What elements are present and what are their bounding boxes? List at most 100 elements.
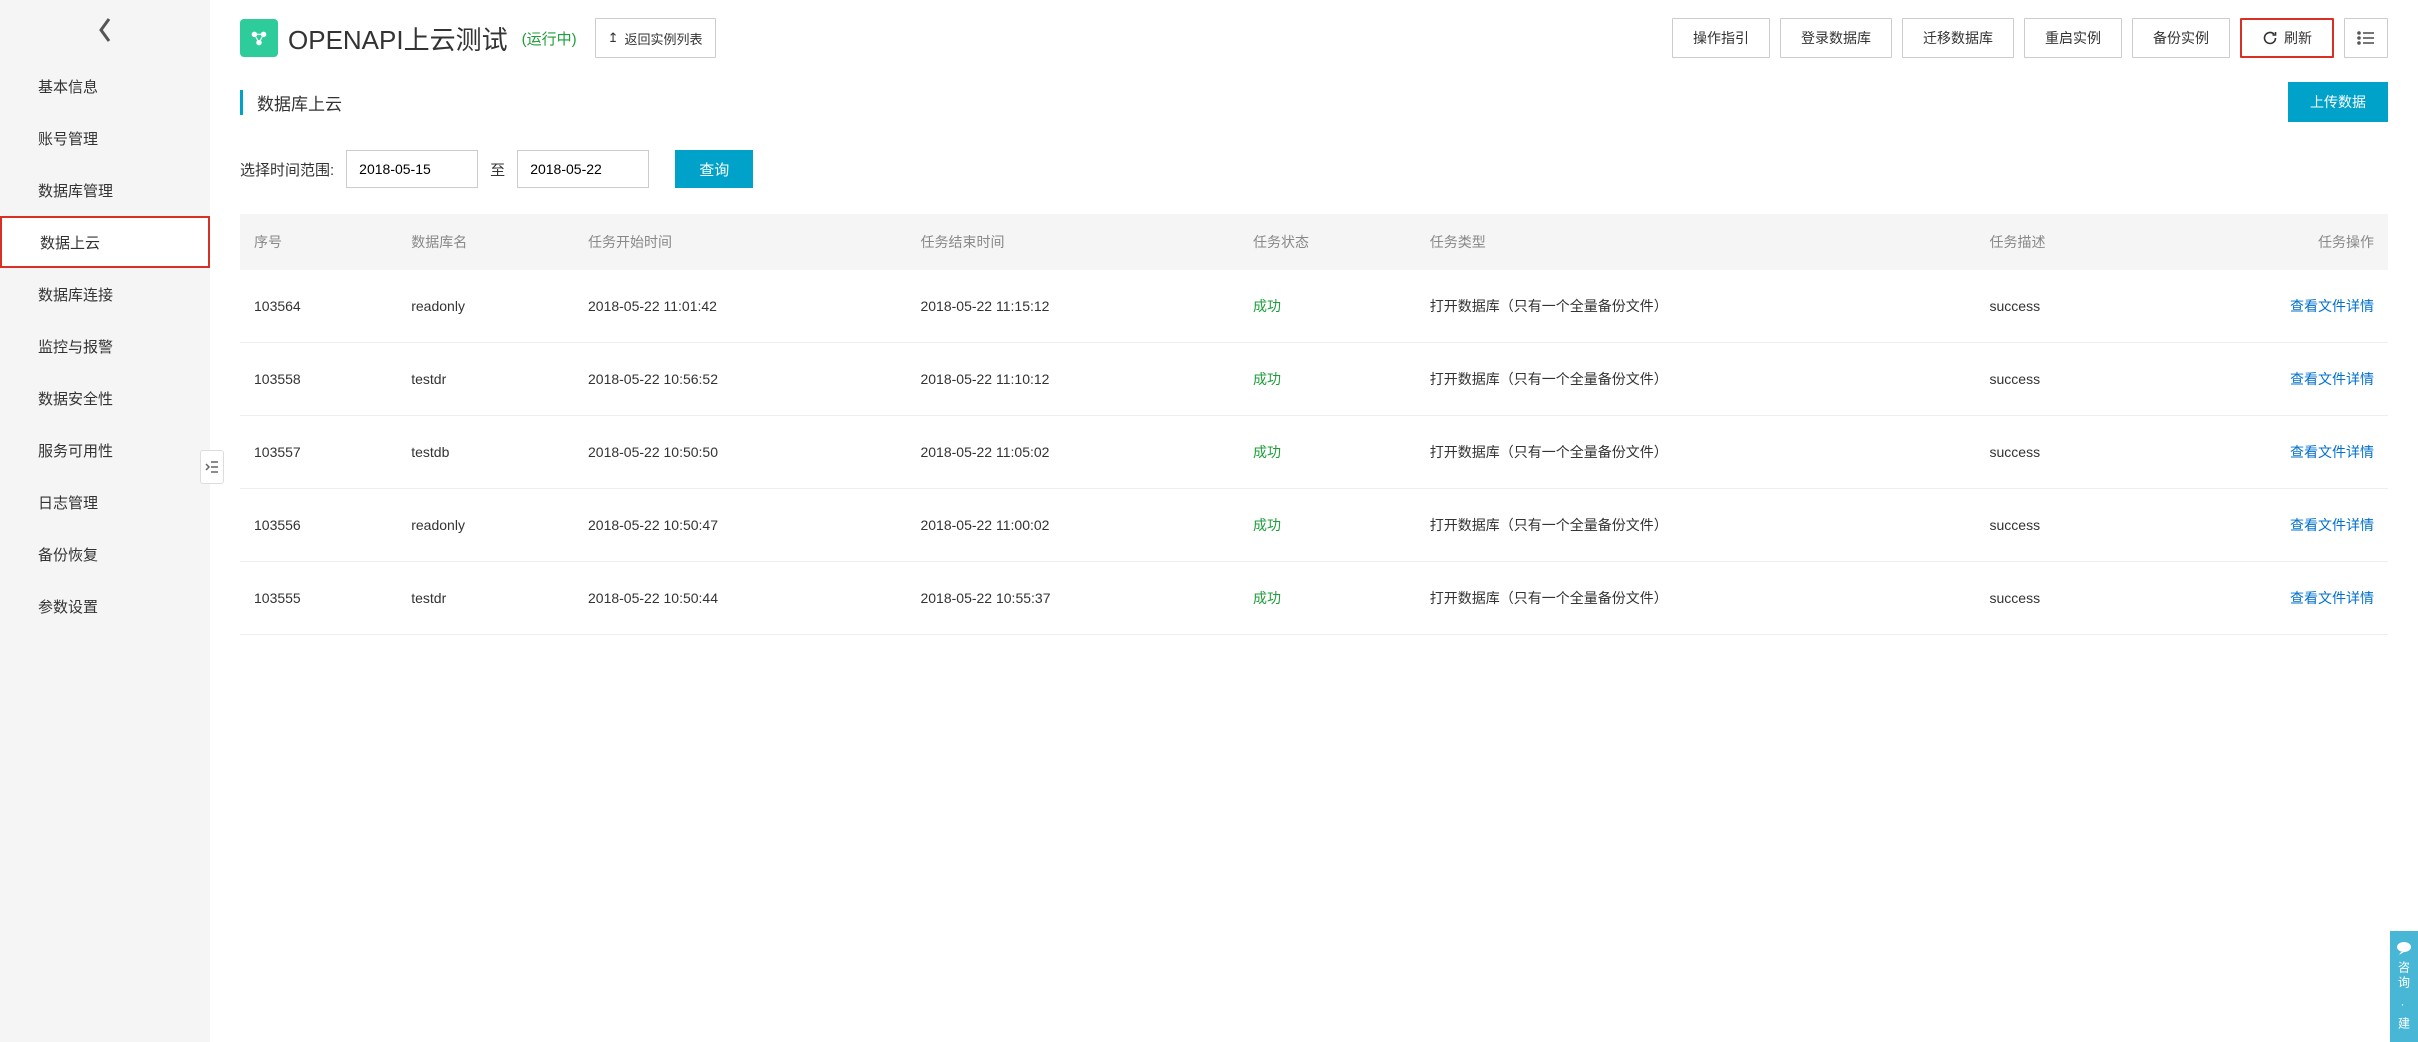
table-cell-actions: 查看文件详情 xyxy=(2152,343,2388,416)
sidebar-item[interactable]: 服务可用性 xyxy=(0,424,210,476)
table-cell: 2018-05-22 10:56:52 xyxy=(574,343,906,416)
table-cell: testdr xyxy=(397,562,574,635)
table-cell: 2018-05-22 11:10:12 xyxy=(906,343,1238,416)
column-header: 数据库名 xyxy=(397,214,574,270)
table-cell: success xyxy=(1976,270,2153,343)
page-header: OPENAPI上云测试 (运行中) ↥ 返回实例列表 操作指引 登录数据库 迁移… xyxy=(240,18,2388,58)
view-file-details-link[interactable]: 查看文件详情 xyxy=(2290,517,2374,533)
guide-button[interactable]: 操作指引 xyxy=(1672,18,1770,58)
sidebar-item[interactable]: 日志管理 xyxy=(0,476,210,528)
table-cell: 成功 xyxy=(1239,489,1416,562)
table-cell: 103557 xyxy=(240,416,397,489)
sidebar-item[interactable]: 数据上云 xyxy=(0,216,210,268)
arrow-up-left-icon: ↥ xyxy=(608,30,619,46)
table-cell: 2018-05-22 10:50:47 xyxy=(574,489,906,562)
table-cell: 2018-05-22 11:00:02 xyxy=(906,489,1238,562)
column-header: 任务结束时间 xyxy=(906,214,1238,270)
sidebar-collapse-toggle[interactable] xyxy=(200,450,224,484)
refresh-button[interactable]: 刷新 xyxy=(2240,18,2334,58)
sidebar-item[interactable]: 监控与报警 xyxy=(0,320,210,372)
table-cell-actions: 查看文件详情 xyxy=(2152,489,2388,562)
back-to-list-button[interactable]: ↥ 返回实例列表 xyxy=(595,18,716,58)
backup-button[interactable]: 备份实例 xyxy=(2132,18,2230,58)
filter-bar: 选择时间范围: 至 查询 xyxy=(240,150,2388,188)
refresh-icon xyxy=(2262,30,2278,46)
table-cell: 打开数据库（只有一个全量备份文件） xyxy=(1416,562,1976,635)
table-cell-actions: 查看文件详情 xyxy=(2152,416,2388,489)
table-cell: success xyxy=(1976,343,2153,416)
column-header: 任务描述 xyxy=(1976,214,2153,270)
collapse-icon xyxy=(205,461,219,473)
table-row: 103556readonly2018-05-22 10:50:472018-05… xyxy=(240,489,2388,562)
sidebar: 基本信息账号管理数据库管理数据上云数据库连接监控与报警数据安全性服务可用性日志管… xyxy=(0,0,210,1042)
date-range-label: 选择时间范围: xyxy=(240,159,334,180)
column-header: 任务类型 xyxy=(1416,214,1976,270)
cloud-db-icon xyxy=(248,27,270,49)
migrate-db-button[interactable]: 迁移数据库 xyxy=(1902,18,2014,58)
column-header: 任务状态 xyxy=(1239,214,1416,270)
table-row: 103558testdr2018-05-22 10:56:522018-05-2… xyxy=(240,343,2388,416)
table-cell: success xyxy=(1976,489,2153,562)
column-header: 任务操作 xyxy=(2152,214,2388,270)
table-cell: testdb xyxy=(397,416,574,489)
chevron-left-icon xyxy=(97,17,113,43)
login-db-button[interactable]: 登录数据库 xyxy=(1780,18,1892,58)
sidebar-item[interactable]: 基本信息 xyxy=(0,60,210,112)
table-cell: 2018-05-22 10:50:50 xyxy=(574,416,906,489)
table-cell: 2018-05-22 10:55:37 xyxy=(906,562,1238,635)
table-cell: 成功 xyxy=(1239,416,1416,489)
table-cell: 打开数据库（只有一个全量备份文件） xyxy=(1416,270,1976,343)
main-content: OPENAPI上云测试 (运行中) ↥ 返回实例列表 操作指引 登录数据库 迁移… xyxy=(210,0,2418,1042)
chat-icon xyxy=(2396,941,2412,955)
sidebar-item[interactable]: 参数设置 xyxy=(0,580,210,632)
view-file-details-link[interactable]: 查看文件详情 xyxy=(2290,298,2374,314)
page-title: OPENAPI上云测试 xyxy=(288,20,508,57)
table-cell: 打开数据库（只有一个全量备份文件） xyxy=(1416,416,1976,489)
table-row: 103557testdb2018-05-22 10:50:502018-05-2… xyxy=(240,416,2388,489)
table-cell: 2018-05-22 10:50:44 xyxy=(574,562,906,635)
table-cell: 2018-05-22 11:01:42 xyxy=(574,270,906,343)
table-cell: readonly xyxy=(397,270,574,343)
sidebar-item[interactable]: 数据安全性 xyxy=(0,372,210,424)
upload-data-button[interactable]: 上传数据 xyxy=(2288,82,2388,122)
table-cell: success xyxy=(1976,562,2153,635)
task-table: 序号数据库名任务开始时间任务结束时间任务状态任务类型任务描述任务操作 10356… xyxy=(240,214,2388,635)
table-cell: 103564 xyxy=(240,270,397,343)
consult-tab[interactable]: 咨询 · 建 xyxy=(2390,931,2418,1042)
table-cell: 成功 xyxy=(1239,343,1416,416)
view-file-details-link[interactable]: 查看文件详情 xyxy=(2290,444,2374,460)
sidebar-item[interactable]: 数据库连接 xyxy=(0,268,210,320)
table-cell: 103556 xyxy=(240,489,397,562)
view-file-details-link[interactable]: 查看文件详情 xyxy=(2290,590,2374,606)
table-cell: 成功 xyxy=(1239,562,1416,635)
table-cell: 打开数据库（只有一个全量备份文件） xyxy=(1416,489,1976,562)
restart-button[interactable]: 重启实例 xyxy=(2024,18,2122,58)
table-cell-actions: 查看文件详情 xyxy=(2152,562,2388,635)
view-file-details-link[interactable]: 查看文件详情 xyxy=(2290,371,2374,387)
table-cell: 打开数据库（只有一个全量备份文件） xyxy=(1416,343,1976,416)
section-title: 数据库上云 xyxy=(240,90,342,115)
instance-status: (运行中) xyxy=(522,28,577,49)
table-cell: success xyxy=(1976,416,2153,489)
sidebar-item[interactable]: 数据库管理 xyxy=(0,164,210,216)
column-header: 任务开始时间 xyxy=(574,214,906,270)
sidebar-item[interactable]: 备份恢复 xyxy=(0,528,210,580)
query-button[interactable]: 查询 xyxy=(675,150,753,188)
list-view-button[interactable] xyxy=(2344,18,2388,58)
table-cell: 成功 xyxy=(1239,270,1416,343)
table-cell: 103558 xyxy=(240,343,397,416)
date-from-input[interactable] xyxy=(346,150,478,188)
table-cell: testdr xyxy=(397,343,574,416)
table-cell: readonly xyxy=(397,489,574,562)
table-cell: 103555 xyxy=(240,562,397,635)
table-cell-actions: 查看文件详情 xyxy=(2152,270,2388,343)
table-cell: 2018-05-22 11:05:02 xyxy=(906,416,1238,489)
sidebar-item[interactable]: 账号管理 xyxy=(0,112,210,164)
table-row: 103564readonly2018-05-22 11:01:422018-05… xyxy=(240,270,2388,343)
table-cell: 2018-05-22 11:15:12 xyxy=(906,270,1238,343)
column-header: 序号 xyxy=(240,214,397,270)
list-icon xyxy=(2357,31,2375,45)
date-to-input[interactable] xyxy=(517,150,649,188)
sidebar-back-button[interactable] xyxy=(0,0,210,60)
date-separator: 至 xyxy=(490,159,505,180)
